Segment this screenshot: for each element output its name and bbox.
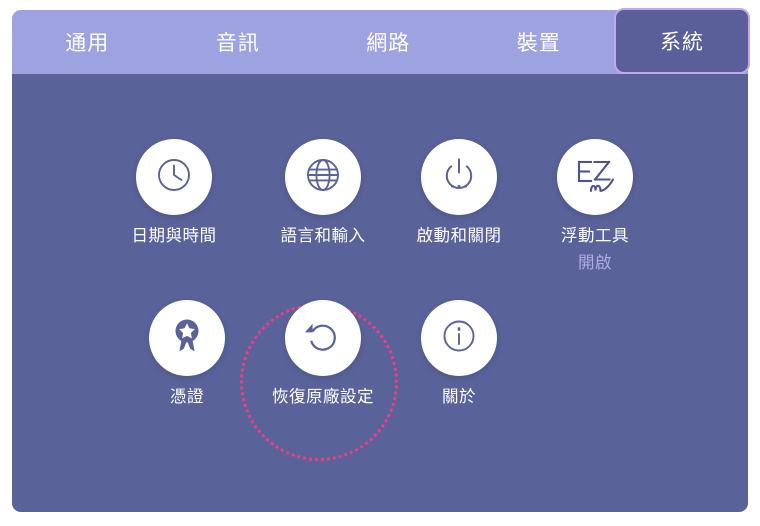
tile-floating-tool[interactable]: 浮動工具 開啟	[527, 139, 663, 273]
tile-power[interactable]: 啟動和關閉	[391, 139, 527, 246]
tab-general[interactable]: 通用	[12, 10, 163, 74]
tile-floating-tool-disc	[557, 139, 633, 215]
tile-language-input-disc	[285, 139, 361, 215]
tab-bar: 通用 音訊 網路 裝置 系統	[12, 8, 750, 74]
tile-factory-reset-disc	[285, 300, 361, 376]
settings-grid: 日期與時間 語言和輸入 啟動和關閉 浮動工具 開啟 憑證 恢復原廠設定 關於	[12, 74, 748, 512]
tab-system[interactable]: 系統	[614, 8, 750, 74]
tab-audio[interactable]: 音訊	[163, 10, 314, 74]
tile-date-time-disc	[136, 139, 212, 215]
tile-language-input[interactable]: 語言和輸入	[255, 139, 391, 246]
clock-icon	[153, 154, 195, 200]
tab-network[interactable]: 網路	[313, 10, 464, 74]
tab-device-label: 裝置	[516, 31, 561, 55]
info-icon	[438, 315, 480, 361]
tile-certificate-disc	[149, 300, 225, 376]
tile-power-disc	[421, 139, 497, 215]
tab-device[interactable]: 裝置	[464, 10, 615, 74]
tile-power-label: 啟動和關閉	[416, 226, 502, 245]
settings-window: 通用 音訊 網路 裝置 系統 日期與時間 語言和輸入 啟動和關閉 浮動工具 開啟…	[12, 8, 750, 512]
tab-general-label: 通用	[65, 31, 110, 55]
tile-about[interactable]: 關於	[391, 300, 527, 407]
award-icon	[167, 315, 207, 361]
tile-language-input-label: 語言和輸入	[280, 226, 366, 245]
ezm-logo-icon	[570, 152, 620, 202]
tile-date-time[interactable]: 日期與時間	[106, 139, 242, 246]
tile-about-disc	[421, 300, 497, 376]
tile-date-time-label: 日期與時間	[131, 226, 217, 245]
globe-icon	[302, 154, 344, 200]
reset-icon	[301, 314, 345, 362]
tile-factory-reset[interactable]: 恢復原廠設定	[255, 300, 391, 407]
system-settings-panel: 日期與時間 語言和輸入 啟動和關閉 浮動工具 開啟 憑證 恢復原廠設定 關於	[12, 74, 748, 512]
tile-certificate[interactable]: 憑證	[119, 300, 255, 407]
tab-audio-label: 音訊	[215, 31, 260, 55]
tab-network-label: 網路	[366, 31, 411, 55]
tile-floating-tool-status: 開啟	[578, 252, 612, 272]
tile-certificate-label: 憑證	[170, 387, 204, 406]
tile-about-label: 關於	[442, 387, 476, 406]
power-icon	[437, 153, 481, 201]
tab-system-label: 系統	[660, 30, 704, 54]
tile-floating-tool-label: 浮動工具	[561, 226, 629, 245]
tile-factory-reset-label: 恢復原廠設定	[272, 387, 374, 406]
